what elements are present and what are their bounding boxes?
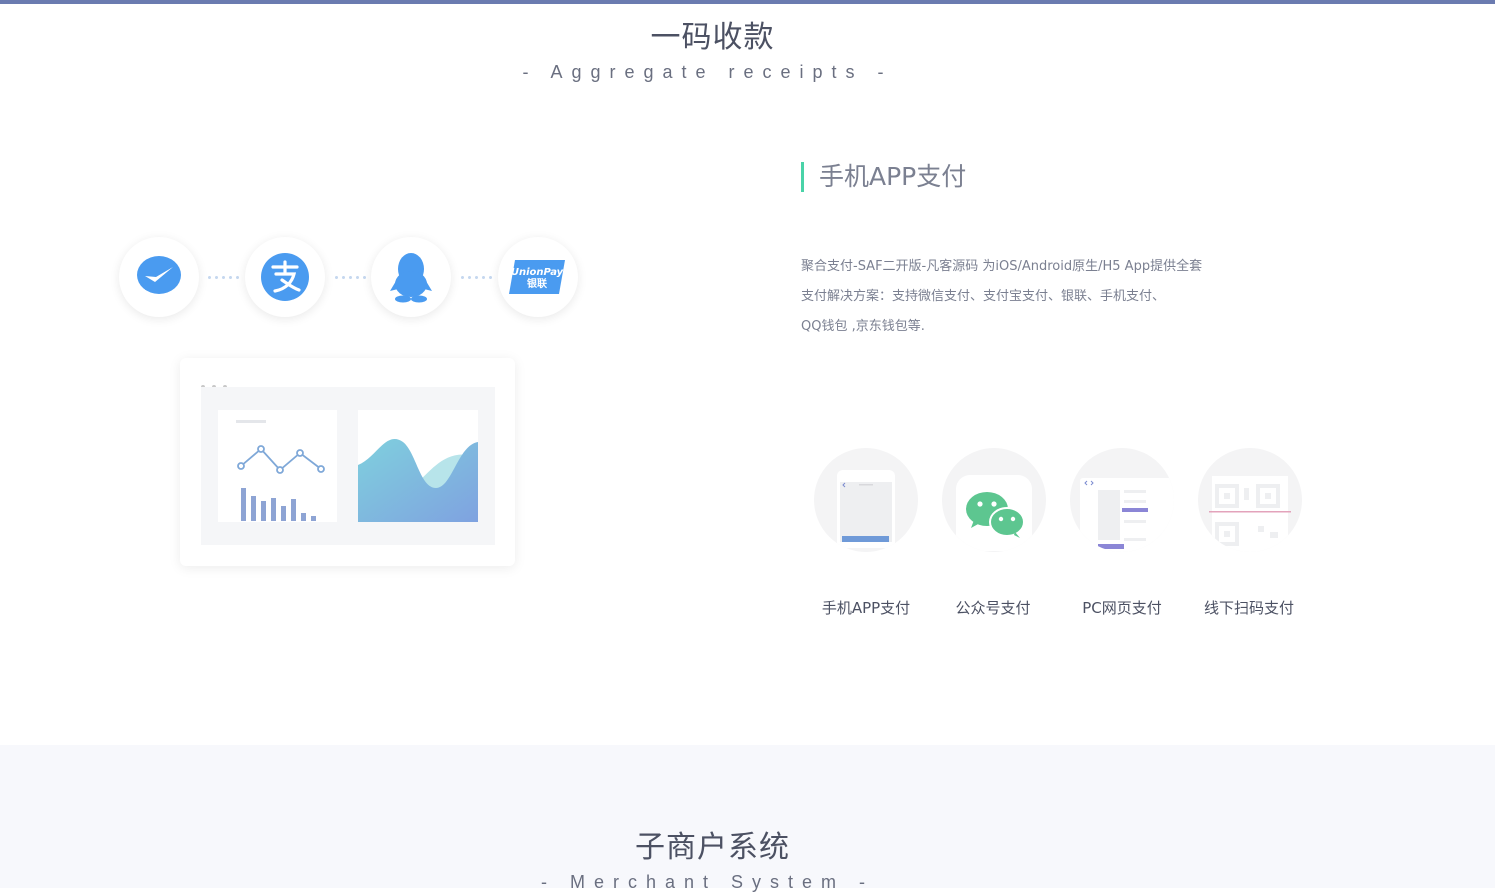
section-title-en: - Aggregate receipts - bbox=[522, 62, 893, 82]
dashboard-illustration bbox=[180, 358, 515, 566]
section-title-aggregate: 一码收款 - Aggregate receipts - bbox=[0, 12, 1495, 83]
alipay-icon bbox=[245, 237, 325, 317]
description-line: 支付解决方案：支持微信支付、支付宝支付、银联、手机支付、 bbox=[801, 289, 1166, 304]
section-title-zh: 子商户系统 bbox=[635, 830, 790, 865]
section-title-merchant: 子商户系统 - Merchant System - bbox=[0, 822, 1495, 893]
mode-label-phone-app[interactable]: 手机APP支付 bbox=[801, 597, 931, 618]
description-line: 聚合支付-SAF二开版-凡客源码 为iOS/Android原生/H5 App提供… bbox=[801, 259, 1203, 274]
pc-web-icon bbox=[1080, 478, 1174, 552]
feature-description: 聚合支付-SAF二开版-凡客源码 为iOS/Android原生/H5 App提供… bbox=[801, 252, 1261, 342]
qr-code-icon bbox=[1209, 476, 1291, 552]
mode-label-wechat-official[interactable]: 公众号支付 bbox=[928, 597, 1058, 618]
dashboard-content bbox=[201, 387, 495, 545]
phone-app-icon bbox=[837, 470, 895, 548]
connector-dots bbox=[459, 276, 493, 279]
qq-wallet-icon bbox=[371, 237, 451, 317]
feature-title: 手机APP支付 bbox=[801, 162, 966, 192]
wechat-pay-icon bbox=[119, 237, 199, 317]
wechat-icon bbox=[956, 475, 1032, 551]
section-title-en: - Merchant System - bbox=[540, 872, 875, 892]
line-bar-chart-panel bbox=[218, 410, 337, 522]
connector-dots bbox=[333, 276, 367, 279]
mode-phone-app[interactable] bbox=[814, 448, 918, 552]
description-line: QQ钱包 ,京东钱包等. bbox=[801, 319, 925, 334]
mode-label-pc-web[interactable]: PC网页支付 bbox=[1057, 597, 1187, 618]
mode-wechat-official[interactable] bbox=[942, 448, 1046, 552]
mode-pc-web[interactable] bbox=[1070, 448, 1174, 552]
connector-dots bbox=[206, 276, 240, 279]
section-title-zh: 一码收款 bbox=[650, 20, 775, 55]
mode-offline-qr[interactable] bbox=[1198, 448, 1302, 552]
svg-text:银联: 银联 bbox=[527, 277, 547, 290]
area-chart-panel bbox=[358, 410, 478, 522]
top-accent-bar bbox=[0, 0, 1495, 4]
mode-label-offline-qr[interactable]: 线下扫码支付 bbox=[1184, 597, 1314, 618]
svg-text:UnionPay: UnionPay bbox=[511, 267, 564, 278]
unionpay-icon: UnionPay 银联 bbox=[498, 237, 578, 317]
